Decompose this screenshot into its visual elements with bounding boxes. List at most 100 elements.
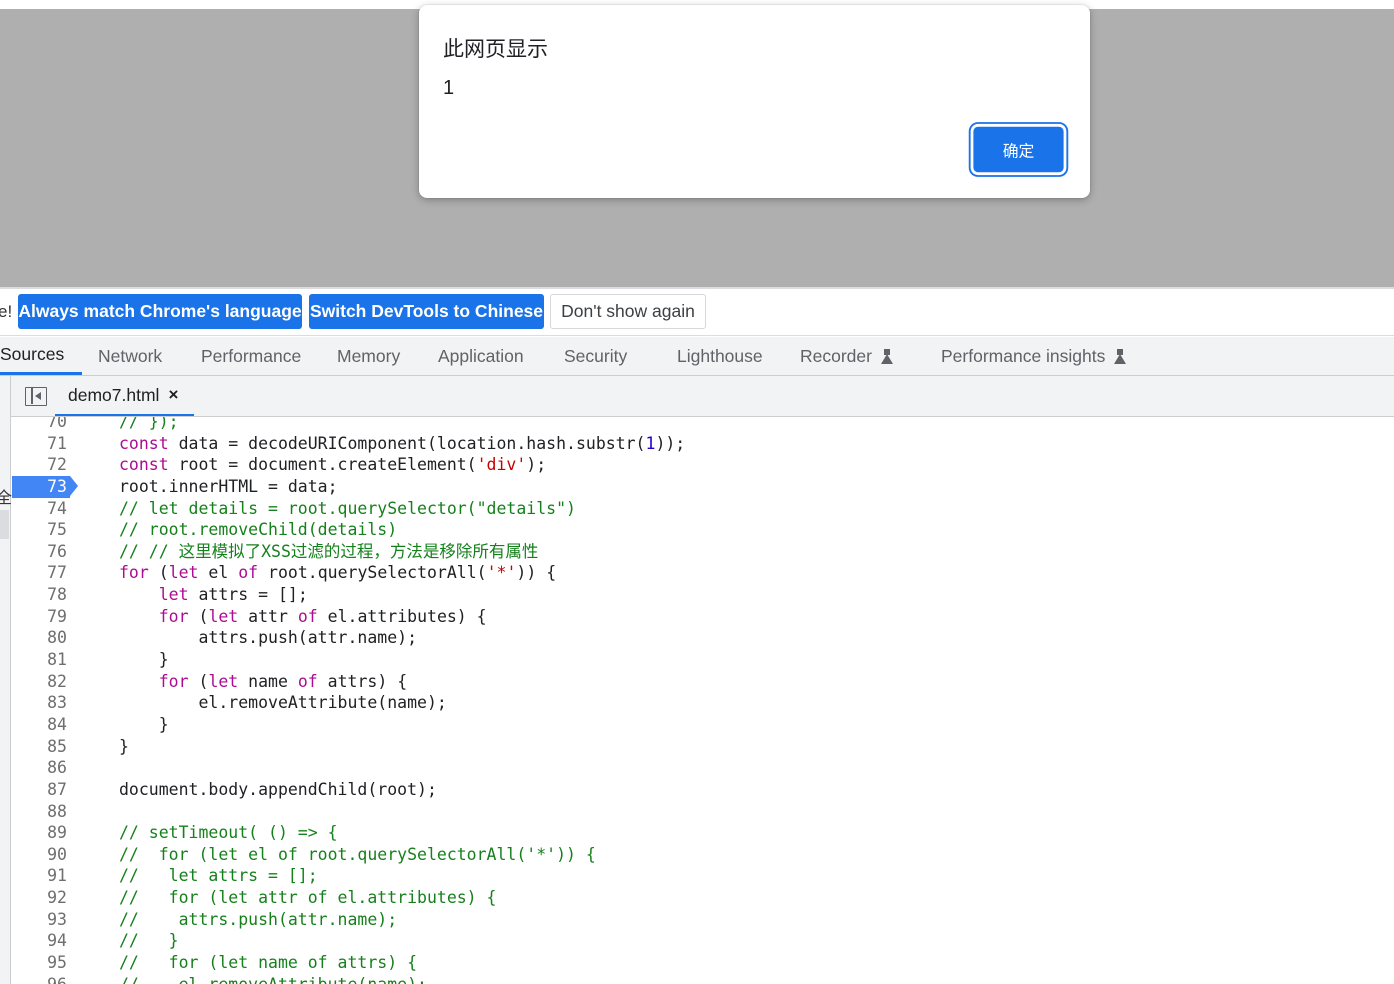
breakpoint-line-number[interactable]: 73 [12, 475, 70, 498]
line-number[interactable]: 92 [12, 887, 67, 909]
line-number[interactable]: 76 [12, 541, 67, 563]
tab-lighthouse-label: Lighthouse [677, 345, 763, 366]
line-text: // for (let el of root.querySelectorAll(… [119, 844, 596, 864]
code-line: 73 root.innerHTML = data; [12, 475, 1394, 498]
tab-network[interactable]: Network [98, 337, 162, 375]
code-line: 72 const root = document.createElement('d… [12, 454, 1394, 476]
alert-title: 此网页显示 [443, 37, 548, 61]
line-text: // }); [119, 417, 179, 431]
alert-dialog: 此网页显示 1 确定 [419, 5, 1090, 198]
code-line: 96 // el.removeAttribute(name); [12, 974, 1394, 984]
code-line: 84 } [12, 714, 1394, 736]
line-number[interactable]: 72 [12, 454, 67, 476]
line-number[interactable]: 94 [12, 930, 67, 952]
line-text: let attrs = []; [158, 585, 308, 605]
code-line: 76 // // 这里模拟了XSS过滤的过程，方法是移除所有属性 [12, 541, 1394, 563]
code-line: 77 for (let el of root.querySelectorAll('… [12, 562, 1394, 584]
tab-application[interactable]: Application [438, 337, 524, 375]
always-match-language-button[interactable]: Always match Chrome's language [18, 294, 302, 329]
tab-performance-insights[interactable]: Performance insights [941, 337, 1127, 375]
line-number[interactable]: 84 [12, 714, 67, 736]
line-number[interactable]: 75 [12, 519, 67, 541]
line-number[interactable]: 85 [12, 736, 67, 758]
devtools-language-infobar: e! Always match Chrome's language Switch… [0, 289, 1394, 336]
code-lines: 70 // }); 71 const data = decodeURIComponen… [12, 417, 1394, 984]
line-number[interactable]: 86 [12, 757, 67, 779]
infobar-clipped-text: e! [0, 302, 13, 321]
line-text: attrs.push(attr.name); [119, 628, 418, 648]
code-line: 93 // attrs.push(attr.name); [12, 909, 1394, 931]
line-number[interactable]: 74 [12, 498, 67, 520]
line-text: } [119, 714, 169, 734]
line-text: for (let el of root.querySelectorAll('*'… [119, 563, 557, 583]
line-number[interactable]: 70 [12, 417, 67, 433]
code-line: 91 // let attrs = []; [12, 865, 1394, 887]
code-line: 95 // for (let name of attrs) { [12, 952, 1394, 974]
line-number[interactable]: 88 [12, 801, 67, 823]
tab-performance-insights-label: Performance insights [941, 345, 1106, 366]
code-line: 70 // }); [12, 417, 1394, 433]
dont-show-again-button[interactable]: Don't show again [550, 294, 706, 329]
code-editor[interactable]: 70 // }); 71 const data = decodeURIComponen… [12, 417, 1394, 984]
line-number[interactable]: 77 [12, 562, 67, 584]
line-number[interactable]: 83 [12, 692, 67, 714]
tab-memory-label: Memory [337, 345, 401, 366]
line-text: // // 这里模拟了XSS过滤的过程，方法是移除所有属性 [119, 541, 539, 561]
line-number[interactable]: 93 [12, 909, 67, 931]
code-line: 89 // setTimeout( () => { [12, 822, 1394, 844]
code-line: 87 document.body.appendChild(root); [12, 779, 1394, 801]
line-text: // let attrs = []; [119, 866, 318, 886]
code-line: 88 [12, 801, 1394, 823]
code-line: 80 attrs.push(attr.name); [12, 627, 1394, 649]
tab-security-label: Security [564, 345, 628, 366]
tab-recorder[interactable]: Recorder [800, 337, 893, 375]
tab-recorder-label: Recorder [800, 345, 872, 366]
code-line: 82 for (let name of attrs) { [12, 671, 1394, 693]
line-text: el.removeAttribute(name); [119, 693, 447, 713]
line-text: // setTimeout( () => { [119, 823, 338, 843]
code-line: 90 // for (let el of root.querySelectorAl… [12, 844, 1394, 866]
line-text: document.body.appendChild(root); [119, 779, 437, 799]
line-text: const data = decodeURIComponent(location… [119, 433, 686, 453]
line-text: // attrs.push(attr.name); [119, 909, 398, 929]
line-text: for (let attr of el.attributes) { [158, 606, 487, 626]
flask-icon [1114, 348, 1127, 364]
line-number[interactable]: 82 [12, 671, 67, 693]
code-line: 78 let attrs = []; [12, 584, 1394, 606]
line-number[interactable]: 79 [12, 606, 67, 628]
line-number[interactable]: 96 [12, 974, 67, 984]
line-number[interactable]: 81 [12, 649, 67, 671]
alert-message: 1 [443, 77, 455, 99]
line-text: // root.removeChild(details) [119, 520, 398, 540]
line-text: // for (let attr of el.attributes) { [119, 888, 497, 908]
switch-devtools-chinese-button[interactable]: Switch DevTools to Chinese [309, 294, 544, 329]
code-line: 81 } [12, 649, 1394, 671]
close-icon[interactable]: × [168, 385, 178, 405]
tab-sources[interactable]: Sources [0, 337, 82, 375]
code-line: 71 const data = decodeURIComponent(locati… [12, 433, 1394, 455]
line-number[interactable]: 87 [12, 779, 67, 801]
line-number[interactable]: 91 [12, 865, 67, 887]
line-text: // let details = root.querySelector("det… [119, 498, 576, 518]
tab-security[interactable]: Security [564, 337, 627, 375]
line-number[interactable]: 89 [12, 822, 67, 844]
line-number[interactable]: 90 [12, 844, 67, 866]
line-text: const root = document.createElement('div… [119, 455, 547, 475]
toggle-navigator-icon[interactable] [25, 387, 47, 406]
alert-ok-button[interactable]: 确定 [970, 123, 1067, 176]
flask-icon [880, 348, 893, 364]
file-tab-name: demo7.html [68, 384, 160, 405]
line-number[interactable]: 95 [12, 952, 67, 974]
file-tab-demo7[interactable]: demo7.html × [55, 376, 194, 416]
line-number[interactable]: 78 [12, 584, 67, 606]
line-text: // } [119, 931, 179, 951]
tab-lighthouse[interactable]: Lighthouse [677, 337, 763, 375]
line-number[interactable]: 80 [12, 627, 67, 649]
edge-clipped-text: 全 [0, 490, 13, 507]
code-line: 85} [12, 736, 1394, 758]
tab-performance[interactable]: Performance [201, 337, 301, 375]
code-line: 94 // } [12, 930, 1394, 952]
tab-memory[interactable]: Memory [337, 337, 400, 375]
line-number[interactable]: 71 [12, 433, 67, 455]
devtools-panel-tabs: Sources Network Performance Memory Appli… [0, 337, 1394, 376]
